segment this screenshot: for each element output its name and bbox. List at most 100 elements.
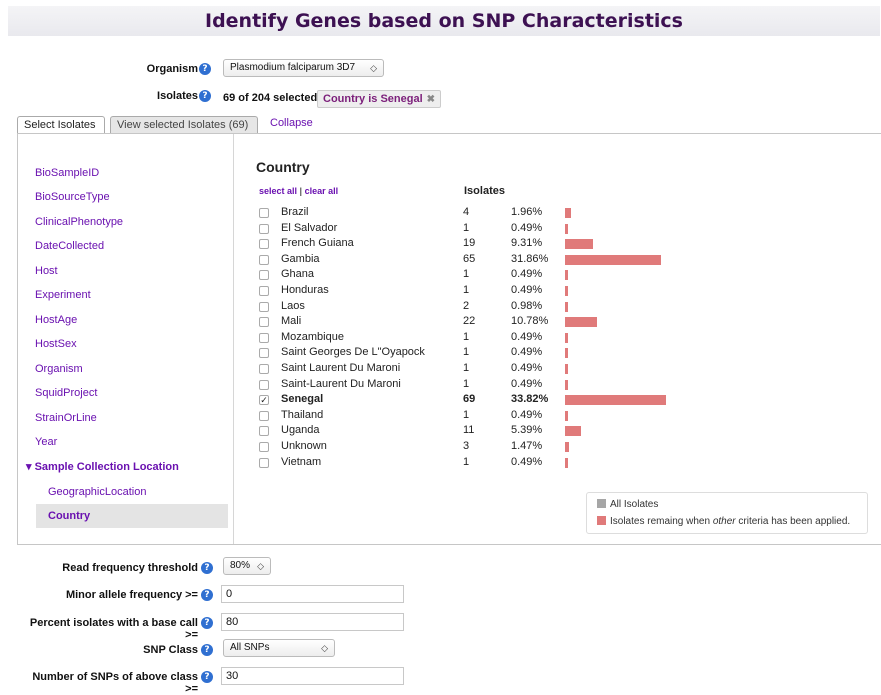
- sidebar-item-datecollected[interactable]: DateCollected: [35, 240, 104, 252]
- country-distribution-bar: [565, 270, 568, 281]
- country-name: Saint-Laurent Du Maroni: [281, 377, 401, 390]
- country-distribution-bar: [565, 457, 568, 468]
- link-separator: |: [299, 186, 303, 196]
- country-count: 2: [463, 299, 470, 312]
- sidebar-item-year[interactable]: Year: [35, 436, 57, 448]
- collapse-link[interactable]: Collapse: [270, 117, 313, 129]
- sidebar-item-strainorline[interactable]: StrainOrLine: [35, 412, 97, 424]
- country-checkbox[interactable]: [259, 239, 269, 250]
- country-distribution-bar: [565, 410, 568, 421]
- country-distribution-bar: [565, 364, 568, 374]
- sidebar-item-geographiclocation[interactable]: GeographicLocation: [48, 486, 146, 498]
- help-icon[interactable]: ?: [201, 589, 213, 601]
- help-icon[interactable]: ?: [199, 90, 211, 102]
- country-row[interactable]: Saint-Laurent Du Maroni 1 0.49%: [259, 378, 719, 393]
- country-name: Vietnam: [281, 455, 322, 468]
- sidebar-item-hostage[interactable]: HostAge: [35, 314, 77, 326]
- country-row[interactable]: Mali 22 10.78%: [259, 315, 719, 330]
- country-name: French Guiana: [281, 237, 354, 250]
- country-name: Brazil: [281, 206, 309, 218]
- country-checkbox[interactable]: [259, 348, 269, 359]
- help-icon[interactable]: ?: [199, 63, 211, 75]
- country-row[interactable]: Ghana 1 0.49%: [259, 268, 719, 283]
- country-checkbox[interactable]: [259, 286, 269, 296]
- country-row[interactable]: El Salvador 1 0.49%: [259, 222, 719, 237]
- country-row[interactable]: Thailand 1 0.49%: [259, 409, 719, 424]
- country-checkbox[interactable]: [259, 332, 269, 343]
- country-row[interactable]: Honduras 1 0.49%: [259, 284, 719, 299]
- country-percent: 9.31%: [511, 237, 543, 250]
- tab-select-isolates[interactable]: Select Isolates: [17, 116, 105, 134]
- page-title: Identify Genes based on SNP Characterist…: [205, 10, 683, 32]
- filter-title: Country: [256, 159, 310, 175]
- legend-item-all: All Isolates: [597, 499, 658, 510]
- country-name: Laos: [281, 299, 305, 312]
- tab-view-selected-isolates[interactable]: View selected Isolates (69): [110, 116, 258, 134]
- sidebar-group-sample-collection-location[interactable]: ▾ Sample Collection Location: [26, 460, 179, 473]
- country-row[interactable]: Saint Laurent Du Maroni 1 0.49%: [259, 362, 719, 377]
- country-checkbox[interactable]: [259, 442, 269, 452]
- sidebar-item-clinicalphenotype[interactable]: ClinicalPhenotype: [35, 216, 123, 228]
- country-checkbox[interactable]: [259, 223, 269, 234]
- sidebar-item-country[interactable]: Country: [36, 504, 228, 528]
- snp-class-select[interactable]: All SNPs ◇: [223, 639, 335, 657]
- help-icon[interactable]: ?: [201, 562, 213, 574]
- sidebar-item-biosampleid[interactable]: BioSampleID: [35, 167, 99, 179]
- country-row[interactable]: Uganda 11 5.39%: [259, 424, 719, 439]
- country-row[interactable]: Laos 2 0.98%: [259, 300, 719, 315]
- country-row[interactable]: Vietnam 1 0.49%: [259, 456, 719, 471]
- country-row[interactable]: Unknown 3 1.47%: [259, 440, 719, 455]
- country-row[interactable]: Saint Georges De L"Oyapock 1 0.49%: [259, 346, 719, 361]
- select-all-link[interactable]: select all: [259, 186, 297, 196]
- isolate-filter-panel: BioSampleID BioSourceType ClinicalPhenot…: [17, 133, 881, 545]
- country-checkbox[interactable]: [259, 254, 269, 265]
- help-icon[interactable]: ?: [201, 617, 213, 629]
- country-checkbox[interactable]: [259, 208, 269, 218]
- minor-allele-input[interactable]: 0: [221, 585, 404, 603]
- country-row[interactable]: Gambia 65 31.86%: [259, 253, 719, 268]
- legend-swatch-all: [597, 499, 606, 508]
- country-name: Saint Georges De L"Oyapock: [281, 346, 425, 359]
- sidebar-item-hostsex[interactable]: HostSex: [35, 338, 77, 350]
- country-count: 1: [463, 221, 470, 234]
- sidebar-item-squidproject[interactable]: SquidProject: [35, 387, 97, 399]
- help-icon[interactable]: ?: [201, 644, 213, 656]
- legend-item-remaining: Isolates remaing when other criteria has…: [597, 516, 850, 527]
- country-row[interactable]: Brazil 4 1.96%: [259, 206, 719, 221]
- country-count: 1: [463, 346, 470, 359]
- country-checkbox[interactable]: [259, 364, 269, 374]
- country-percent: 5.39%: [511, 424, 543, 437]
- country-checkbox[interactable]: [259, 457, 269, 468]
- sidebar-item-biosourcetype[interactable]: BioSourceType: [35, 191, 110, 203]
- country-name: Honduras: [281, 284, 329, 296]
- number-of-snps-input[interactable]: 30: [221, 667, 404, 685]
- country-name: Saint Laurent Du Maroni: [281, 362, 401, 374]
- sidebar-item-host[interactable]: Host: [35, 265, 58, 277]
- country-row[interactable]: French Guiana 19 9.31%: [259, 237, 719, 252]
- country-checkbox[interactable]: [259, 379, 269, 390]
- organism-select[interactable]: Plasmodium falciparum 3D7 ◇: [223, 59, 384, 77]
- isolates-column-header: Isolates: [464, 185, 505, 197]
- help-icon[interactable]: ?: [201, 671, 213, 683]
- select-links: select all | clear all: [259, 186, 338, 196]
- percent-base-call-input[interactable]: 80: [221, 613, 404, 631]
- filter-chip[interactable]: Country is Senegal ✖: [317, 90, 442, 108]
- country-distribution-bar: [565, 348, 568, 359]
- read-frequency-select[interactable]: 80% ◇: [223, 557, 271, 575]
- country-checkbox[interactable]: [259, 410, 269, 421]
- sidebar-item-organism[interactable]: Organism: [35, 363, 83, 375]
- country-checkbox[interactable]: ✓: [259, 395, 269, 406]
- country-checkbox[interactable]: [259, 317, 269, 328]
- country-checkbox[interactable]: [259, 301, 269, 312]
- close-icon[interactable]: ✖: [427, 94, 435, 105]
- chevron-updown-icon: ◇: [257, 561, 264, 571]
- clear-all-link[interactable]: clear all: [305, 186, 339, 196]
- country-percent: 0.49%: [511, 362, 543, 374]
- country-row[interactable]: Mozambique 1 0.49%: [259, 331, 719, 346]
- country-distribution-bar: [565, 208, 571, 218]
- country-checkbox[interactable]: [259, 426, 269, 437]
- country-percent: 0.49%: [511, 408, 543, 421]
- country-checkbox[interactable]: [259, 270, 269, 281]
- country-row[interactable]: ✓ Senegal 69 33.82%: [259, 393, 719, 408]
- sidebar-item-experiment[interactable]: Experiment: [35, 289, 91, 301]
